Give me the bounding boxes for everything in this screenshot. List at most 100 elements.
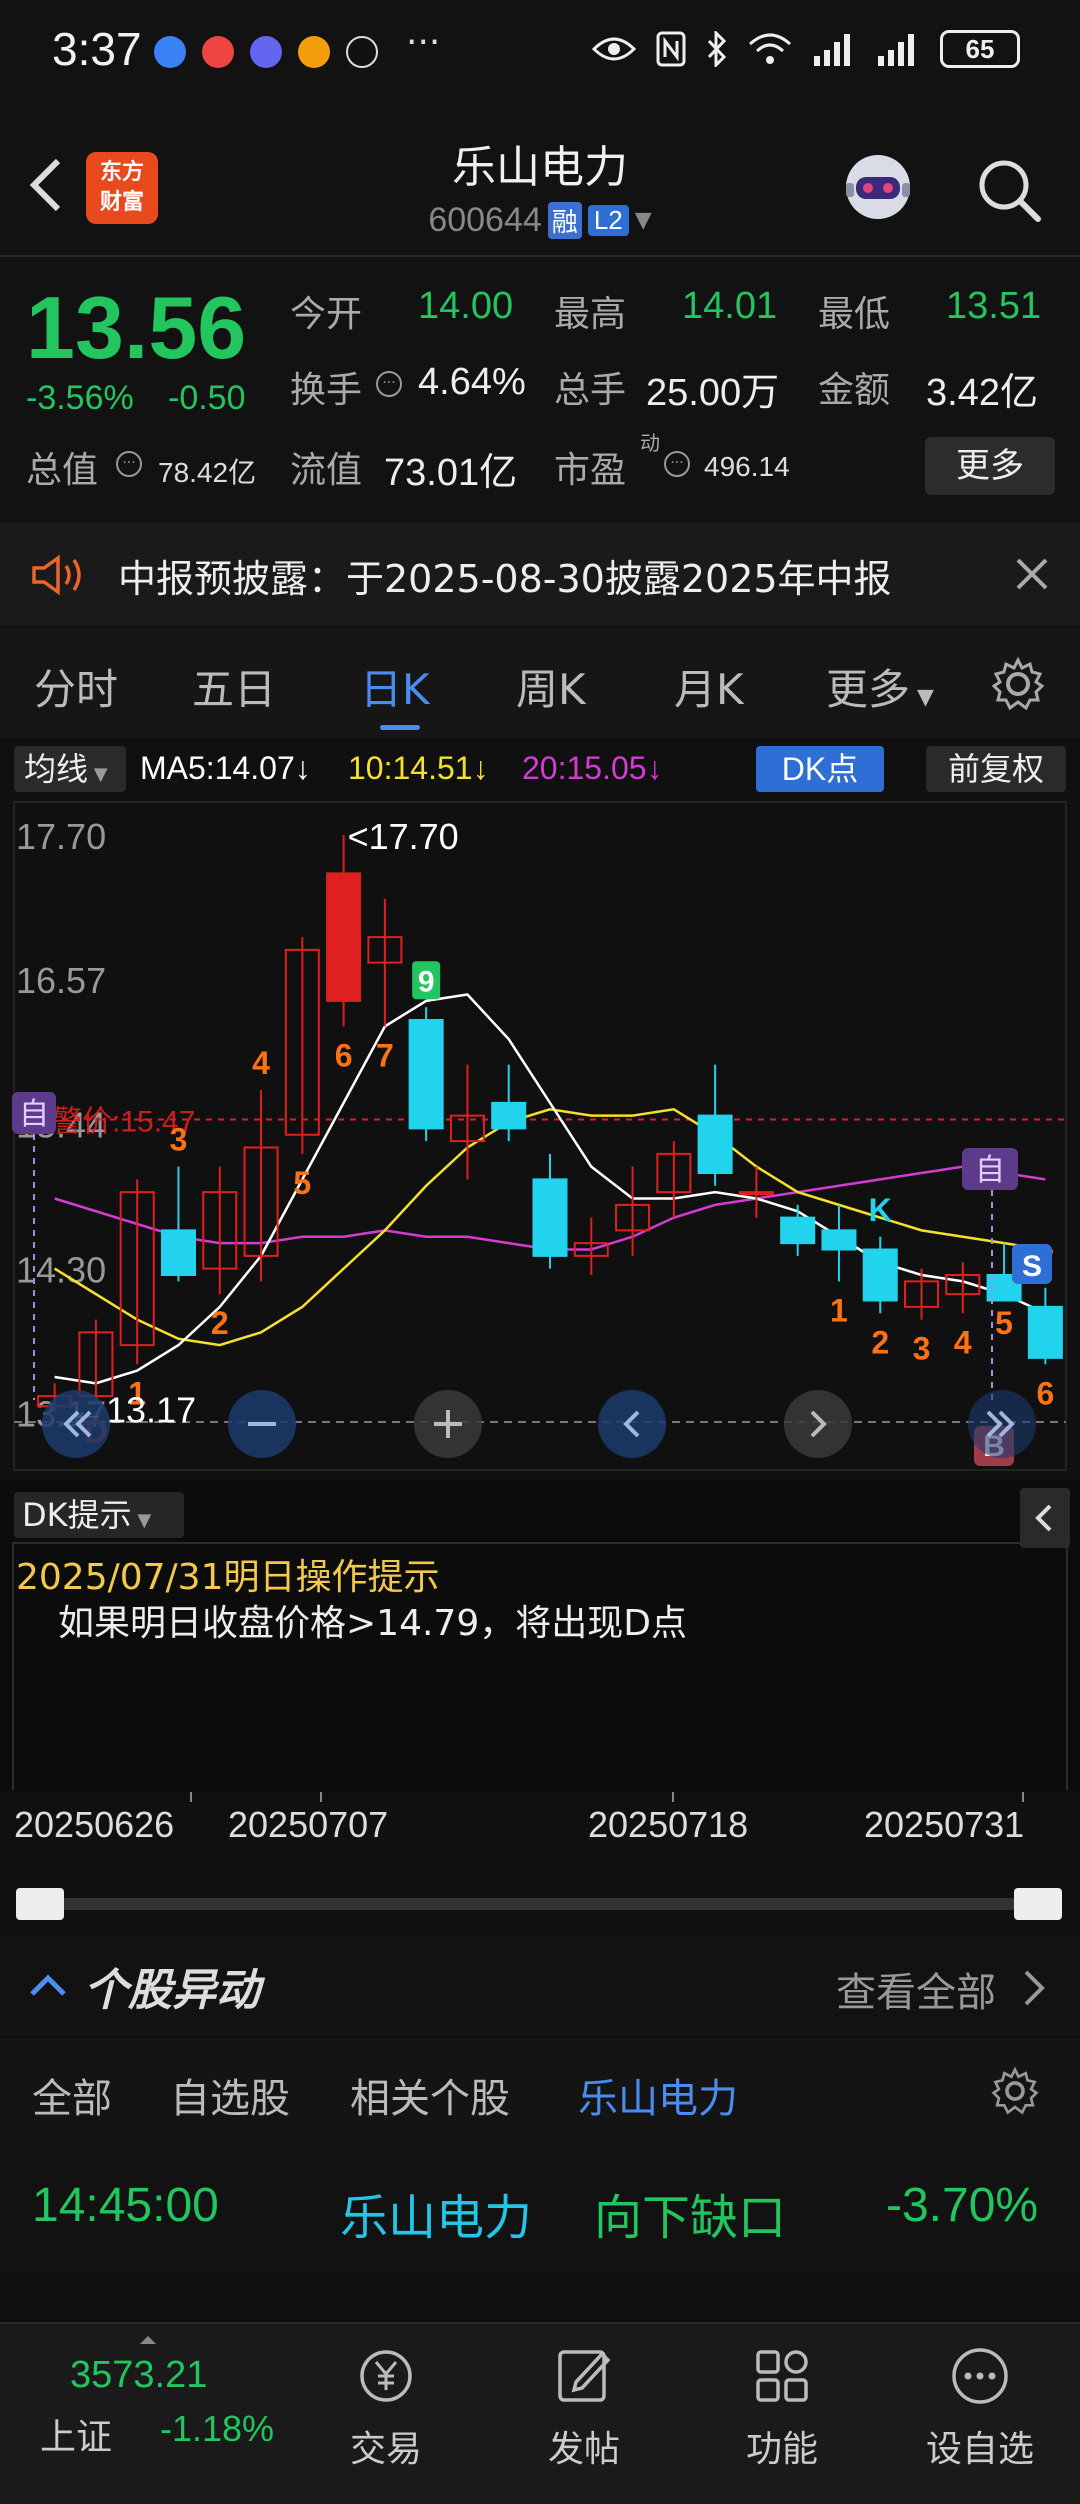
wifi-icon [748,33,792,64]
high-label: 最高 [554,294,627,335]
eye-icon [592,37,636,61]
turnover-label: 换手 [290,370,363,411]
scroll-left-icon[interactable] [596,1388,668,1460]
stock-code-row[interactable]: 600644 融 L2 ▼ [0,201,1080,240]
chevron-left-icon [1035,1504,1052,1532]
signal-marker: 5 [293,1165,311,1201]
stock-name: 乐山电力 [452,142,628,193]
movements-tabs: 全部 自选股 相关个股 乐山电力 [0,2038,1080,2142]
bottom-nav: 3573.21 上证 -1.18% 交易 发帖 功能 设自选 [0,2322,1080,2504]
info-icon[interactable]: ··· [116,451,142,477]
search-icon[interactable] [974,155,1044,225]
dk-tip-label: DK提示 [22,1496,132,1534]
dk-point-button[interactable]: DK点 [756,746,884,792]
nav-trade[interactable]: 交易 [316,2344,456,2472]
stock-movements-header: 个股异动 查看全部 [0,1936,1080,2036]
index-value[interactable]: 3573.21 [70,2354,207,2397]
volume-value: 25.00万 [646,372,780,414]
nav-add-watchlist[interactable]: 设自选 [910,2344,1050,2472]
tab-current-stock[interactable]: 乐山电力 [578,2066,738,2124]
grid-icon [756,2350,808,2402]
info-icon[interactable]: ··· [664,451,690,477]
quote-panel: 13.56 -3.56% -0.50 今开 14.00 最高 14.01 最低 … [0,257,1080,519]
ma-dropdown[interactable]: 均线 ▼ [14,746,126,792]
chevron-right-icon[interactable] [1022,1968,1046,2008]
ma-label: 均线 [24,750,89,788]
kline-svg[interactable]: 17.7016.5715.4414.3013.17预警价:15.47132456… [0,800,1080,1480]
tab-all[interactable]: 全部 [32,2066,112,2124]
status-time: 3:37 [52,23,142,75]
scroll-right-icon[interactable] [782,1388,854,1460]
tab-daily-k[interactable]: 日K [360,656,430,717]
app-notification-icon [202,36,234,68]
signal-icon [878,34,914,66]
chevron-down-icon: ▼ [634,208,652,233]
signal-icon [814,34,850,66]
date-tick [320,1792,322,1802]
double-left-icon[interactable] [40,1388,112,1460]
signal-marker: 7 [376,1037,394,1073]
zoom-in-icon[interactable] [412,1388,484,1460]
ma10-value: 10:14.51↓ [348,750,489,786]
robot-assistant-icon[interactable] [838,147,918,227]
scroll-track[interactable] [18,1898,1062,1910]
signal-marker: 2 [871,1324,889,1360]
pe-dynamic-sup: 动 [640,431,660,455]
close-icon[interactable] [1014,556,1050,592]
scroll-handle-left[interactable] [16,1888,64,1920]
view-all-link[interactable]: 查看全部 [836,1960,996,2018]
kline-chart[interactable]: 17.7016.5715.4414.3013.17预警价:15.47132456… [0,800,1080,1480]
zoom-out-icon[interactable] [226,1388,298,1460]
total-cap-value: 78.42亿 [158,457,257,488]
date-label: 20250731 [864,1804,1025,1845]
notice-bar[interactable]: 中报预披露：于2025-08-30披露2025年中报 [0,522,1080,626]
title-bar: 东方 财富 乐山电力 600644 融 L2 ▼ [0,105,1080,255]
trade-icon [360,2350,412,2402]
max-price-label: <17.70 [348,816,459,857]
dk-tip-dropdown[interactable]: DK提示 ▼ [14,1492,184,1538]
margin-tag: 融 [547,202,582,239]
dk-tip-title: 2025/07/31明日操作提示 [16,1557,440,1598]
nav-functions[interactable]: 功能 [712,2344,852,2472]
date-tick [190,1792,192,1802]
ma20-value: 20:15.05↓ [522,750,663,786]
candle [821,1229,857,1251]
dk-tip-panel: DK提示 ▼ 2025/07/31明日操作提示 如果明日收盘价格>14.79，将… [0,1480,1080,1792]
period-tabs: 分时 五日 日K 周K 月K 更多 ▼ [0,628,1080,738]
more-notifications-icon: ··· [406,22,441,63]
date-axis: 20250626 20250707 20250718 20250731 [0,1792,1080,1870]
tab-more[interactable]: 更多 ▼ [826,656,934,717]
nav-post-label: 发帖 [547,2429,620,2470]
tab-intraday[interactable]: 分时 [34,656,118,717]
collapse-panel-button[interactable] [1020,1488,1070,1548]
ma5-value: MA5:14.07↓ [140,750,311,786]
movement-stock: 乐山电力 [340,2192,533,2245]
more-button[interactable]: 更多 [925,437,1055,495]
info-icon[interactable]: ··· [376,371,402,397]
forward-adjust-button[interactable]: 前复权 [926,746,1066,792]
nfc-icon [656,31,686,67]
tab-five-day[interactable]: 五日 [192,656,276,717]
candle [160,1229,196,1276]
movement-row[interactable]: 14:45:00 乐山电力 向下缺口 -3.70% [0,2142,1080,2272]
nav-functions-label: 功能 [745,2429,818,2470]
nav-post[interactable]: 发帖 [514,2344,654,2472]
scroll-handle-right[interactable] [1014,1888,1062,1920]
double-right-icon[interactable] [966,1388,1038,1460]
signal-marker: 3 [913,1331,931,1367]
nav-trade-label: 交易 [349,2429,422,2470]
chevron-up-icon[interactable] [28,1970,68,2000]
candle [697,1114,733,1174]
gear-icon[interactable] [990,656,1046,712]
tab-related[interactable]: 相关个股 [350,2066,510,2124]
gear-icon[interactable] [990,2066,1040,2116]
tab-weekly-k[interactable]: 周K [516,656,586,717]
stock-code: 600644 [428,201,542,239]
float-cap-label: 流值 [290,450,363,491]
tab-monthly-k[interactable]: 月K [674,656,744,717]
tab-watchlist[interactable]: 自选股 [170,2066,290,2124]
signal-marker: 6 [335,1037,353,1073]
candle [326,872,362,1002]
s-badge-label: S [1022,1250,1042,1283]
date-tick [672,1792,674,1802]
